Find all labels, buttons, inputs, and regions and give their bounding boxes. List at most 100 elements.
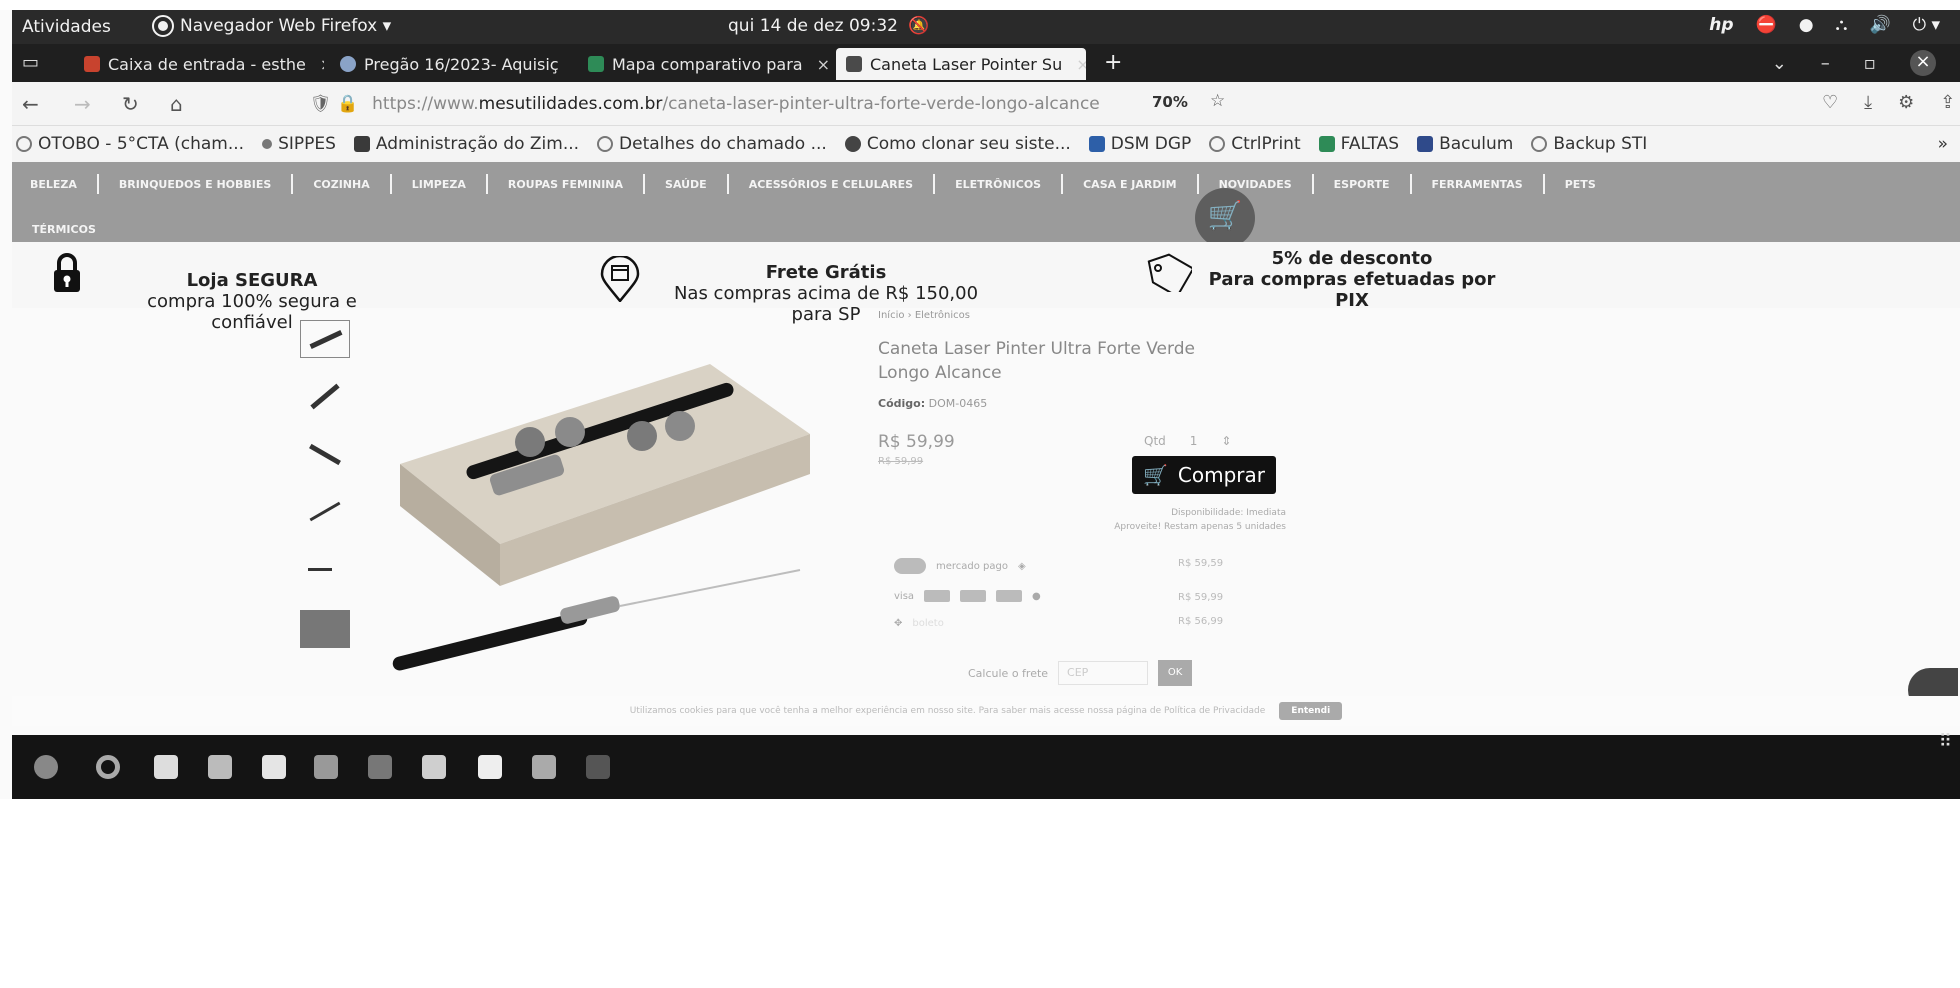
- text-editor-icon[interactable]: [262, 755, 286, 779]
- power-icon[interactable]: ⏻ ▾: [1913, 15, 1940, 35]
- bookmark-item[interactable]: CtrlPrint: [1209, 134, 1301, 154]
- chevron-down-icon[interactable]: ⌄: [1772, 53, 1787, 74]
- category-item[interactable]: BELEZA: [30, 178, 77, 191]
- bookmark-item[interactable]: OTOBO - 5°CTA (cham...: [16, 134, 244, 154]
- bookmark-label: Baculum: [1439, 134, 1514, 154]
- gear-icon: [262, 139, 273, 149]
- tab-mapa[interactable]: Mapa comparativo para ×: [578, 48, 830, 80]
- tab-list-icon[interactable]: ▭: [22, 52, 39, 73]
- dsm-icon: [1088, 136, 1105, 152]
- reload-icon[interactable]: ↻: [122, 92, 139, 116]
- ok-button[interactable]: OK: [1158, 660, 1193, 686]
- bookmark-item[interactable]: SIPPES: [262, 134, 336, 154]
- tab-pregao[interactable]: Pregão 16/2023- Aquisiç ×: [330, 48, 568, 80]
- address-bar[interactable]: 🛡 🔒 https://www. mesutilidades.com.br/can…: [300, 88, 1240, 120]
- show-apps-icon[interactable]: ⠿: [1939, 731, 1952, 752]
- bookmark-item[interactable]: Detalhes do chamado ...: [597, 134, 827, 154]
- back-icon[interactable]: ←: [22, 92, 39, 116]
- category-item[interactable]: FERRAMENTAS: [1432, 178, 1523, 191]
- code-label: Código:: [878, 397, 926, 410]
- window-icon[interactable]: [368, 755, 392, 779]
- buy-button[interactable]: 🛒 Comprar: [1132, 456, 1276, 494]
- ubuntu-icon[interactable]: [34, 755, 58, 779]
- bookmark-item[interactable]: FALTAS: [1318, 134, 1399, 154]
- network-icon[interactable]: ⛬: [1836, 15, 1848, 35]
- vm-icon[interactable]: [532, 755, 556, 779]
- gmail-icon: [84, 56, 100, 72]
- bookmark-item[interactable]: Administração do Zim...: [353, 134, 579, 154]
- files-icon[interactable]: [208, 755, 232, 779]
- shield-lock-icon[interactable]: 🛡 🔒: [310, 94, 358, 114]
- category-item[interactable]: ESPORTE: [1334, 178, 1390, 191]
- forward-icon[interactable]: →: [74, 92, 91, 116]
- shipping-calculator: Calcule o frete CEP OK: [968, 660, 1193, 686]
- thumbnail[interactable]: [300, 320, 350, 358]
- hp-icon[interactable]: hp: [1709, 15, 1733, 35]
- system-tray[interactable]: hp ⛔ ● ⛬ 🔊 ⏻ ▾: [1709, 15, 1940, 35]
- bookmark-label: OTOBO - 5°CTA (cham...: [38, 134, 245, 154]
- stepper-arrows-icon[interactable]: ⇕: [1221, 434, 1231, 448]
- tab-caneta[interactable]: Caneta Laser Pointer Su ×: [836, 48, 1086, 80]
- discount-tag-icon: [1147, 253, 1192, 292]
- category-item[interactable]: ROUPAS FEMININA: [508, 178, 623, 191]
- bookmark-item[interactable]: Baculum: [1417, 134, 1513, 154]
- app-indicator-icon[interactable]: ●: [1799, 15, 1814, 35]
- zoom-indicator[interactable]: 70%: [1152, 93, 1188, 111]
- cookie-accept-button[interactable]: Entendi: [1279, 702, 1343, 720]
- quantity-stepper[interactable]: Qtd 1 ⇕: [1134, 428, 1282, 454]
- bookmark-item[interactable]: Backup STI: [1531, 134, 1647, 154]
- category-item[interactable]: PETS: [1565, 178, 1596, 191]
- console-icon[interactable]: [586, 755, 610, 779]
- category-item[interactable]: ACESSÓRIOS E CELULARES: [749, 178, 913, 191]
- sheets-icon: [588, 56, 604, 72]
- thumbnail[interactable]: [300, 378, 350, 416]
- thumbnail[interactable]: [300, 436, 350, 474]
- bookmark-label: SIPPES: [278, 134, 336, 154]
- category-item[interactable]: COZINHA: [313, 178, 369, 191]
- package-icon[interactable]: [422, 755, 446, 779]
- firefox-icon[interactable]: [96, 755, 120, 779]
- cep-input[interactable]: CEP: [1058, 661, 1149, 685]
- close-icon[interactable]: ×: [817, 55, 830, 74]
- pocket-icon[interactable]: ♡: [1822, 92, 1838, 113]
- bookmark-label: DSM DGP: [1110, 134, 1192, 154]
- close-icon[interactable]: ×: [1076, 55, 1086, 74]
- extensions-icon[interactable]: ⚙: [1898, 92, 1914, 113]
- minimize-icon[interactable]: –: [1821, 53, 1830, 74]
- bookmark-item[interactable]: Como clonar seu siste...: [844, 134, 1071, 154]
- close-window-icon[interactable]: ×: [1910, 50, 1936, 76]
- activities-button[interactable]: Atividades: [22, 17, 111, 37]
- bookmark-star-icon[interactable]: ☆: [1210, 91, 1225, 111]
- close-icon[interactable]: ×: [320, 55, 324, 74]
- bookmark-item[interactable]: DSM DGP: [1088, 134, 1192, 154]
- volume-icon[interactable]: 🔊: [1869, 15, 1890, 35]
- notes-icon[interactable]: [478, 755, 502, 779]
- breadcrumb[interactable]: Início › Eletrônicos: [878, 310, 1278, 321]
- share-icon[interactable]: ⇪: [1940, 92, 1955, 113]
- calc-icon[interactable]: [314, 755, 338, 779]
- maximize-icon[interactable]: ▫: [1864, 53, 1876, 74]
- home-icon[interactable]: ⌂: [170, 92, 183, 116]
- more-bookmarks-icon[interactable]: »: [1938, 134, 1948, 154]
- stop-icon[interactable]: ⛔: [1756, 15, 1777, 35]
- category-item[interactable]: BRINQUEDOS E HOBBIES: [119, 178, 271, 191]
- new-tab-button[interactable]: +: [1104, 50, 1122, 75]
- category-item[interactable]: ELETRÔNICOS: [955, 178, 1041, 191]
- tab-label: Caneta Laser Pointer Su: [870, 54, 1063, 74]
- thumbnail[interactable]: [300, 610, 350, 648]
- category-separator: [1409, 174, 1412, 194]
- terminal-icon[interactable]: [154, 755, 178, 779]
- download-icon[interactable]: ⤓: [1864, 92, 1872, 113]
- category-item[interactable]: CASA E JARDIM: [1083, 178, 1176, 191]
- app-menu-label: Navegador Web Firefox ▾: [180, 16, 392, 36]
- thumbnail[interactable]: [300, 552, 350, 590]
- cart-button[interactable]: 🛒: [1195, 188, 1255, 248]
- thumbnail[interactable]: [300, 494, 350, 532]
- category-item[interactable]: LIMPEZA: [412, 178, 466, 191]
- product-main-image[interactable]: [380, 324, 840, 680]
- clock[interactable]: qui 14 de dez 09:32 🔕: [728, 16, 929, 36]
- category-item[interactable]: SAÚDE: [665, 178, 707, 191]
- app-menu[interactable]: Navegador Web Firefox ▾: [152, 15, 392, 37]
- category-item[interactable]: TÉRMICOS: [32, 223, 96, 236]
- tab-email[interactable]: Caixa de entrada - esthe ×: [74, 48, 324, 80]
